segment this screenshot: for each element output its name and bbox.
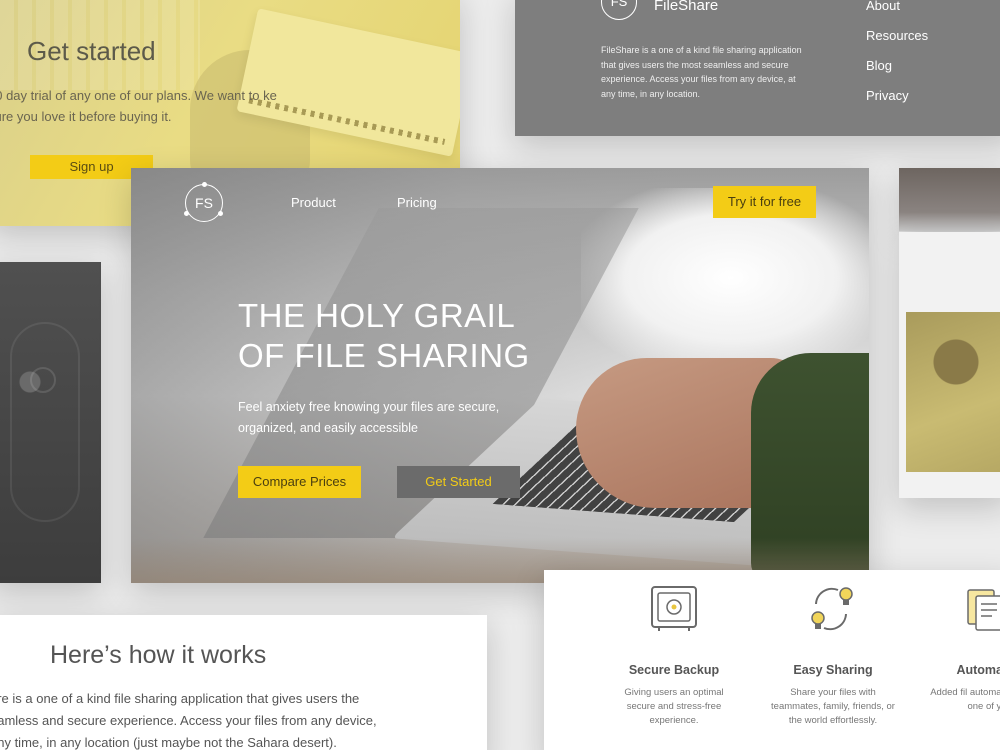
- how-it-works-text: are is a one of a kind file sharing appl…: [0, 691, 377, 750]
- team-photo: [906, 312, 1000, 472]
- feature-title: Easy Sharing: [793, 663, 873, 677]
- footer-brand: FileShare: [654, 0, 719, 14]
- dark-pattern-card: [0, 262, 101, 583]
- how-it-works-card: Here’s how it works are is a one of a ki…: [0, 615, 487, 750]
- circuit-pattern: [10, 322, 80, 522]
- logo-text: FS: [195, 195, 213, 211]
- signup-title: Get started: [27, 36, 156, 66]
- nav-product[interactable]: Product: [291, 195, 336, 210]
- safe-icon: [651, 586, 697, 631]
- feature-description: Giving users an optimal secure and stres…: [624, 687, 724, 726]
- hero-subtitle: Feel anxiety free knowing your files are…: [238, 400, 500, 435]
- right-photo-card: [899, 168, 1000, 231]
- how-it-works-title: Here’s how it works: [50, 641, 267, 669]
- hero-title: THE HOLY GRAIL OF FILE SHARING: [238, 297, 530, 374]
- documents-icon: [967, 589, 1000, 631]
- logo-dot: [218, 211, 223, 216]
- get-started-button[interactable]: Get Started: [397, 466, 520, 498]
- footer-card: FS FileShare FileShare is a one of a kin…: [515, 0, 1000, 136]
- footer-link-privacy[interactable]: Privacy: [866, 88, 909, 103]
- footer-link-resources[interactable]: Resources: [866, 28, 928, 43]
- compare-prices-button[interactable]: Compare Prices: [238, 466, 361, 498]
- fileshare-logo-icon: FS: [601, 0, 637, 20]
- logo-dot: [184, 211, 189, 216]
- footer-description: FileShare is a one of a kind file sharin…: [601, 45, 802, 99]
- footer-link-blog[interactable]: Blog: [866, 58, 892, 73]
- nav-pricing[interactable]: Pricing: [397, 195, 437, 210]
- hero-card: FS Product Pricing Try it for free THE H…: [131, 168, 869, 583]
- logo-dot: [202, 182, 207, 187]
- features-card: Secure Backup Giving users an optimal se…: [544, 570, 1000, 750]
- right-team-card: [899, 232, 1000, 498]
- circuit-node: [30, 367, 56, 393]
- signup-text: 30 day trial of any one of our plans. We…: [0, 88, 277, 124]
- feature-description: Share your files with teammates, family,…: [771, 687, 895, 726]
- fs-logo-icon[interactable]: FS: [184, 182, 223, 222]
- feature-title: Automatic: [956, 663, 1000, 677]
- footer-link-about[interactable]: About: [866, 0, 900, 13]
- sharing-icon: [811, 587, 853, 631]
- try-free-button[interactable]: Try it for free: [713, 186, 816, 218]
- feature-description: Added fil automaticall each one of yo: [930, 687, 1000, 712]
- feature-title: Secure Backup: [628, 663, 720, 677]
